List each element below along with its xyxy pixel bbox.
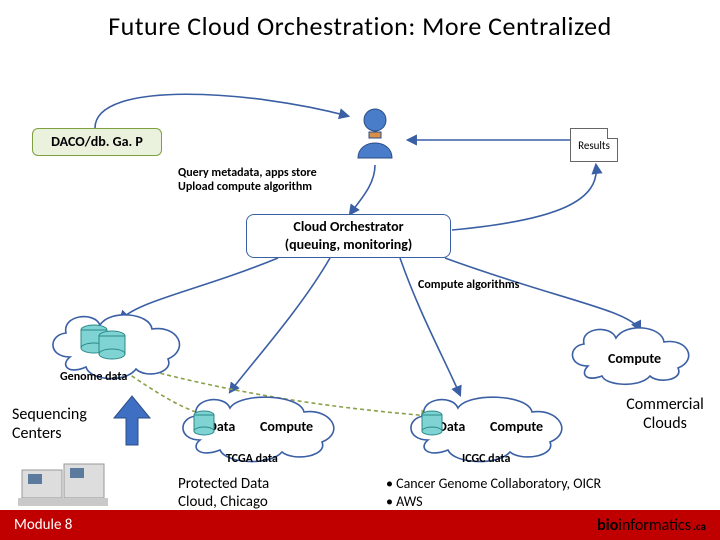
db-icon-2 [192,410,216,445]
compute-label-upper: Compute [608,350,661,367]
sequencing-label: Sequencing Centers [12,405,87,443]
genome-data-label: Genome data [60,370,127,384]
protected-label: Protected Data Cloud, Chicago [178,475,269,511]
tcga-label: TCGA data [226,452,278,466]
bullets: Cancer Genome Collaboratory, OICR AWS [386,475,601,510]
user-icon [352,106,398,167]
compute-label-2: Compute [490,418,543,435]
brand-logo: bioinformatics.ca [597,516,706,535]
results-doc: Results [570,128,618,162]
compute-algos-label: Compute algorithms [418,278,519,292]
compute-label-1: Compute [260,418,313,435]
footer-left: Module 8 [14,516,72,534]
connectors [0,0,720,540]
daco-box: DACO/db. Ga. P [32,128,162,156]
orchestrator-box: Cloud Orchestrator (queuing, monitoring) [246,214,451,258]
db-icon-3 [420,410,444,445]
query-caption: Query metadata, apps store Upload comput… [178,166,317,195]
db-icon [78,322,128,367]
footer-bar: Module 8 bioinformatics.ca [0,510,720,540]
sequencer-image [18,452,108,513]
commercial-label: Commercial Clouds [620,395,710,433]
icgc-label: ICGC data [462,452,510,466]
